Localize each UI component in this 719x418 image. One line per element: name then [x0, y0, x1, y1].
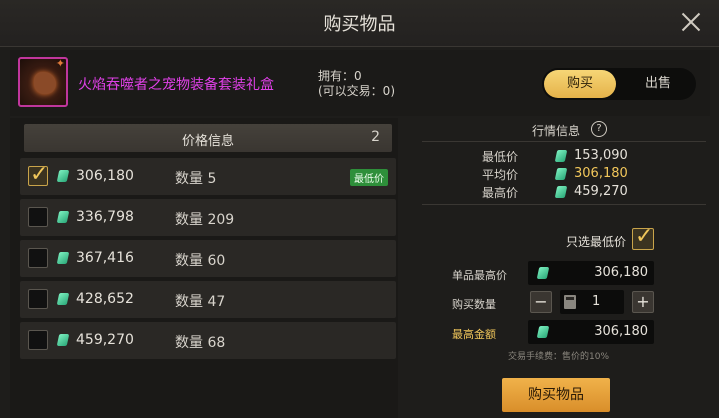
market-average-row: 平均价 306,180 [412, 166, 712, 184]
listing-quantity: 数量 47 [175, 291, 225, 311]
currency-gem-icon [536, 267, 550, 279]
currency-gem-icon [56, 293, 70, 305]
currency-gem-icon [56, 252, 70, 264]
purchase-panel: 行情信息 ? 最低价 153,090 平均价 306,180 最高价 459,2… [412, 118, 712, 418]
quantity-label: 数量 [175, 335, 203, 351]
market-highest-value: 459,270 [574, 184, 628, 199]
lowest-only-label: 只选最低价 [566, 235, 627, 249]
owned-info: 拥有：0 (可以交易：0) [318, 69, 395, 99]
currency-gem-icon [554, 150, 568, 162]
unit-max-price-label: 单品最高价 [452, 269, 507, 282]
dialog-title: 购买物品 [323, 14, 396, 35]
listing-checkbox[interactable] [28, 248, 48, 268]
listing-panel: 价格信息 2 306,180 数量 5 最低价 336,798 数量 209 3… [10, 118, 398, 418]
quantity-minus-button[interactable]: − [530, 291, 552, 313]
listing-row[interactable]: 428,652 数量 47 [20, 281, 396, 318]
quantity-value: 1 [592, 294, 601, 309]
listing-quantity: 数量 5 [175, 168, 216, 188]
currency-gem-icon [56, 334, 70, 346]
item-corner-mark: ✦ [55, 57, 65, 70]
listing-price: 306,180 [76, 168, 134, 184]
buy-item-button[interactable]: 购买物品 [502, 378, 610, 412]
buy-sell-toggle: 购买 出售 [542, 68, 696, 100]
listing-checkbox[interactable] [28, 330, 48, 350]
listing-quantity: 数量 209 [175, 209, 234, 229]
quantity-plus-button[interactable]: + [632, 291, 654, 313]
quantity-value: 47 [207, 294, 226, 310]
currency-gem-icon [554, 186, 568, 198]
max-total-label: 最高金额 [452, 328, 496, 341]
price-info-count: 2 [371, 129, 380, 145]
listing-row[interactable]: 306,180 数量 5 最低价 [20, 158, 396, 195]
help-icon[interactable]: ? [591, 121, 607, 137]
listing-checkbox[interactable] [28, 289, 48, 309]
divider [422, 204, 706, 205]
title-bar: 购买物品 [0, 0, 719, 47]
listing-checkbox[interactable] [28, 162, 48, 187]
market-lowest-row: 最低价 153,090 [412, 148, 712, 166]
calculator-icon[interactable] [564, 295, 576, 309]
market-average-value: 306,180 [574, 166, 628, 181]
tab-buy[interactable]: 购买 [544, 70, 616, 98]
quantity-label: 数量 [175, 171, 203, 187]
max-total-field: 306,180 [528, 320, 654, 344]
listing-quantity: 数量 60 [175, 250, 225, 270]
quantity-label: 数量 [175, 253, 203, 269]
listing-price: 336,798 [76, 209, 134, 225]
quantity-value: 209 [207, 212, 235, 228]
owned-count: 拥有：0 [318, 69, 362, 83]
purchase-quantity-label: 购买数量 [452, 298, 496, 311]
listing-price: 459,270 [76, 332, 134, 348]
market-lowest-value: 153,090 [574, 148, 628, 163]
lowest-price-badge: 最低价 [350, 169, 388, 186]
market-info-title: 行情信息 [532, 124, 581, 138]
currency-gem-icon [536, 326, 550, 338]
listing-price: 428,652 [76, 291, 134, 307]
quantity-label: 数量 [175, 294, 203, 310]
currency-gem-icon [56, 211, 70, 223]
buy-item-dialog: 购买物品 ✦ 火焰吞噬者之宠物装备套装礼盒 拥有：0 (可以交易：0) 购买 出… [0, 0, 719, 418]
listing-row[interactable]: 459,270 数量 68 [20, 322, 396, 359]
quantity-value: 5 [207, 171, 217, 187]
max-total-value: 306,180 [594, 324, 648, 339]
quantity-input[interactable]: 1 [560, 290, 624, 314]
listing-row[interactable]: 367,416 数量 60 [20, 240, 396, 277]
fee-note: 交易手续费：售价的10% [508, 352, 610, 362]
item-gift-box-icon: ✦ [18, 57, 68, 107]
lowest-only-checkbox[interactable] [632, 224, 654, 250]
quantity-label: 数量 [175, 212, 203, 228]
currency-gem-icon [554, 168, 568, 180]
market-highest-label: 最高价 [482, 186, 519, 200]
item-header: ✦ 火焰吞噬者之宠物装备套装礼盒 拥有：0 (可以交易：0) 购买 出售 [10, 50, 710, 116]
item-name: 火焰吞噬者之宠物装备套装礼盒 [78, 77, 274, 93]
market-lowest-label: 最低价 [482, 150, 519, 164]
quantity-value: 68 [207, 335, 226, 351]
tradable-count: (可以交易：0) [318, 84, 395, 98]
quantity-value: 60 [207, 253, 226, 269]
divider [422, 141, 706, 142]
tab-sell[interactable]: 出售 [622, 70, 694, 98]
item-gem-graphic [34, 72, 56, 94]
market-average-label: 平均价 [482, 168, 519, 182]
close-icon[interactable] [679, 10, 703, 34]
currency-gem-icon [56, 170, 70, 182]
unit-max-price-field[interactable]: 306,180 [528, 261, 654, 285]
listing-price: 367,416 [76, 250, 134, 266]
price-info-title: 价格信息 [181, 134, 234, 149]
price-info-header: 价格信息 2 [24, 124, 392, 152]
market-highest-row: 最高价 459,270 [412, 184, 712, 202]
unit-max-price-value: 306,180 [594, 265, 648, 280]
listing-row[interactable]: 336,798 数量 209 [20, 199, 396, 236]
listing-quantity: 数量 68 [175, 332, 225, 352]
listing-checkbox[interactable] [28, 207, 48, 227]
